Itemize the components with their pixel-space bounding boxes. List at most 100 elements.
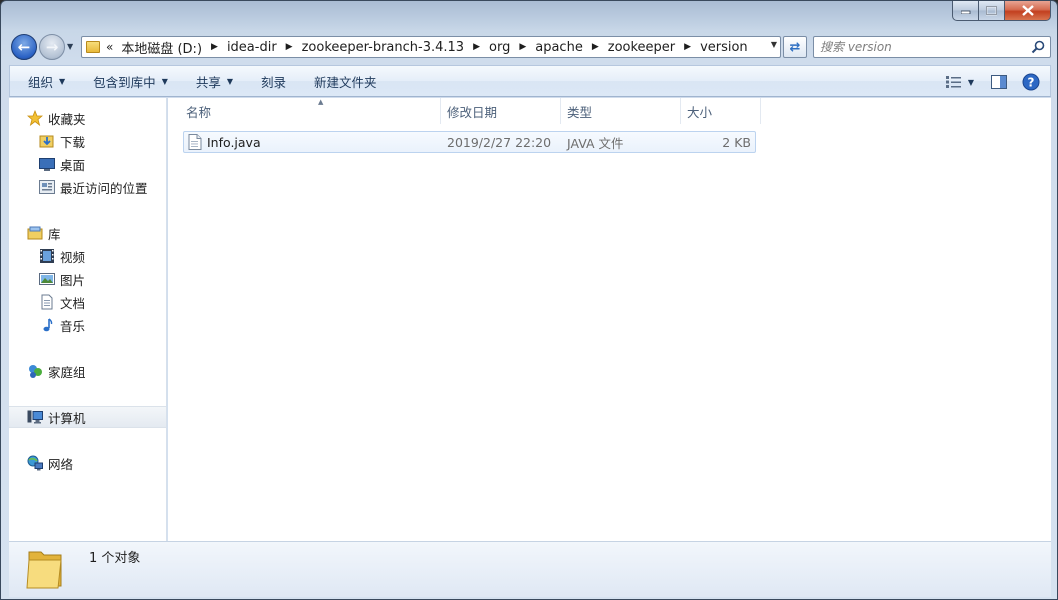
homegroup-icon xyxy=(27,363,43,379)
downloads-folder-icon xyxy=(39,133,55,149)
recent-pages-dropdown-icon[interactable]: ▼ xyxy=(67,42,73,51)
star-icon xyxy=(27,110,43,126)
share-button[interactable]: 共享 ▼ xyxy=(186,65,243,97)
column-type-label: 类型 xyxy=(567,104,593,120)
help-icon: ? xyxy=(1022,73,1040,91)
organize-label: 组织 xyxy=(28,74,54,90)
nav-recent-places[interactable]: 最近访问的位置 xyxy=(39,176,166,198)
nav-music[interactable]: 音乐 xyxy=(39,314,166,336)
breadcrumb-item[interactable]: zookeeper-branch-3.4.13 xyxy=(302,40,464,55)
breadcrumb-separator-icon[interactable]: ▶ xyxy=(286,42,293,52)
music-note-icon xyxy=(39,317,55,333)
address-row: ← → ▼ « 本地磁盘 (D:) ▶ idea-dir ▶ zookeeper… xyxy=(9,33,1051,61)
help-button[interactable]: ? xyxy=(1018,70,1044,94)
libraries-icon xyxy=(27,225,43,241)
nav-libraries[interactable]: 库 xyxy=(27,222,166,244)
file-size: 2 KB xyxy=(722,134,751,150)
new-folder-button[interactable]: 新建文件夹 xyxy=(304,65,387,97)
file-row[interactable]: Info.java 2019/2/27 22:20 JAVA 文件 2 KB xyxy=(183,131,756,153)
network-icon xyxy=(27,455,43,471)
organize-menu-button[interactable]: 组织 ▼ xyxy=(18,65,75,97)
toolbar-right-group: ▼ ? xyxy=(934,66,1044,98)
nav-videos-label: 视频 xyxy=(60,249,86,265)
nav-homegroup-label: 家庭组 xyxy=(48,364,86,380)
nav-documents[interactable]: 文档 xyxy=(39,291,166,313)
breadcrumb-item[interactable]: zookeeper xyxy=(608,40,675,55)
close-icon xyxy=(1021,5,1034,16)
column-header-size[interactable]: 大小 xyxy=(681,98,761,124)
chevron-down-icon: ▼ xyxy=(59,76,66,86)
navigation-pane: 收藏夹 下载 桌面 最近访问的位置 库 视频 图片 文档 音乐 家庭组 计算机 … xyxy=(9,98,167,541)
nav-desktop[interactable]: 桌面 xyxy=(39,153,166,175)
breadcrumb-separator-icon[interactable]: ▶ xyxy=(684,42,691,52)
document-icon xyxy=(39,294,55,310)
nav-desktop-label: 桌面 xyxy=(60,157,86,173)
nav-pictures[interactable]: 图片 xyxy=(39,268,166,290)
breadcrumb-separator-icon[interactable]: ▶ xyxy=(592,42,599,52)
breadcrumb-separator-icon[interactable]: ▶ xyxy=(473,42,480,52)
column-header-name[interactable]: 名称 ▲ xyxy=(180,98,441,124)
column-size-label: 大小 xyxy=(687,104,713,120)
breadcrumb-overflow[interactable]: « xyxy=(106,40,113,54)
change-view-button[interactable]: ▼ xyxy=(940,70,980,94)
view-options-icon xyxy=(945,76,961,88)
minimize-button[interactable] xyxy=(952,1,979,21)
column-header-modified[interactable]: 修改日期 xyxy=(441,98,561,124)
share-label: 共享 xyxy=(195,74,221,90)
close-button[interactable] xyxy=(1005,1,1051,21)
address-bar[interactable]: « 本地磁盘 (D:) ▶ idea-dir ▶ zookeeper-branc… xyxy=(81,36,781,58)
burn-button[interactable]: 刻录 xyxy=(251,65,296,97)
refresh-button[interactable]: ⇄ xyxy=(783,36,807,58)
breadcrumb-item[interactable]: apache xyxy=(535,40,583,55)
include-in-library-label: 包含到库中 xyxy=(93,74,156,90)
burn-label: 刻录 xyxy=(261,74,287,90)
breadcrumb-separator-icon[interactable]: ▶ xyxy=(519,42,526,52)
nav-computer-label: 计算机 xyxy=(48,410,86,426)
file-type: JAVA 文件 xyxy=(567,135,624,151)
folder-icon xyxy=(26,551,62,589)
nav-music-label: 音乐 xyxy=(60,318,86,334)
nav-network-label: 网络 xyxy=(48,456,74,472)
caption-buttons xyxy=(952,1,1051,21)
nav-pictures-label: 图片 xyxy=(60,272,86,288)
breadcrumb-item[interactable]: version xyxy=(700,40,748,55)
folder-icon xyxy=(86,41,100,53)
nav-libraries-label: 库 xyxy=(48,226,61,242)
chevron-down-icon: ▼ xyxy=(161,76,168,86)
forward-button[interactable]: → xyxy=(39,34,65,60)
maximize-button[interactable] xyxy=(979,1,1005,21)
preview-pane-button[interactable] xyxy=(986,70,1012,94)
back-button[interactable]: ← xyxy=(11,34,37,60)
search-box xyxy=(813,36,1051,58)
file-java-icon xyxy=(188,132,202,152)
file-list-pane: 名称 ▲ 修改日期 类型 大小 Info.java 2019/2/27 22:2… xyxy=(168,98,1051,541)
nav-network[interactable]: 网络 xyxy=(27,452,166,474)
breadcrumb-item[interactable]: org xyxy=(489,40,510,55)
file-name: Info.java xyxy=(207,134,261,150)
recent-places-icon xyxy=(39,179,55,195)
search-input[interactable] xyxy=(820,40,1020,54)
breadcrumb-item[interactable]: idea-dir xyxy=(227,40,277,55)
item-count: 1 个对象 xyxy=(89,551,141,566)
address-dropdown-icon[interactable]: ▼ xyxy=(771,40,777,49)
desktop-icon xyxy=(39,156,55,172)
search-icon[interactable] xyxy=(1031,40,1045,54)
minimize-icon xyxy=(960,10,970,14)
refresh-icon: ⇄ xyxy=(789,39,801,55)
breadcrumb-item[interactable]: 本地磁盘 (D:) xyxy=(121,38,202,57)
details-pane: 1 个对象 xyxy=(9,541,1051,597)
sort-ascending-icon: ▲ xyxy=(318,98,324,106)
nav-favorites[interactable]: 收藏夹 xyxy=(27,107,166,129)
forward-arrow-icon: → xyxy=(45,38,59,56)
nav-homegroup[interactable]: 家庭组 xyxy=(27,360,166,382)
nav-downloads[interactable]: 下载 xyxy=(39,130,166,152)
include-in-library-button[interactable]: 包含到库中 ▼ xyxy=(83,65,178,97)
column-header-type[interactable]: 类型 xyxy=(561,98,681,124)
chevron-down-icon: ▼ xyxy=(967,77,975,87)
nav-videos[interactable]: 视频 xyxy=(39,245,166,267)
nav-computer[interactable]: 计算机 xyxy=(9,406,166,428)
maximize-icon xyxy=(986,5,997,15)
breadcrumb-separator-icon[interactable]: ▶ xyxy=(211,42,218,52)
column-modified-label: 修改日期 xyxy=(447,104,498,120)
command-bar: 组织 ▼ 包含到库中 ▼ 共享 ▼ 刻录 新建文件夹 ▼ ? xyxy=(9,65,1051,97)
